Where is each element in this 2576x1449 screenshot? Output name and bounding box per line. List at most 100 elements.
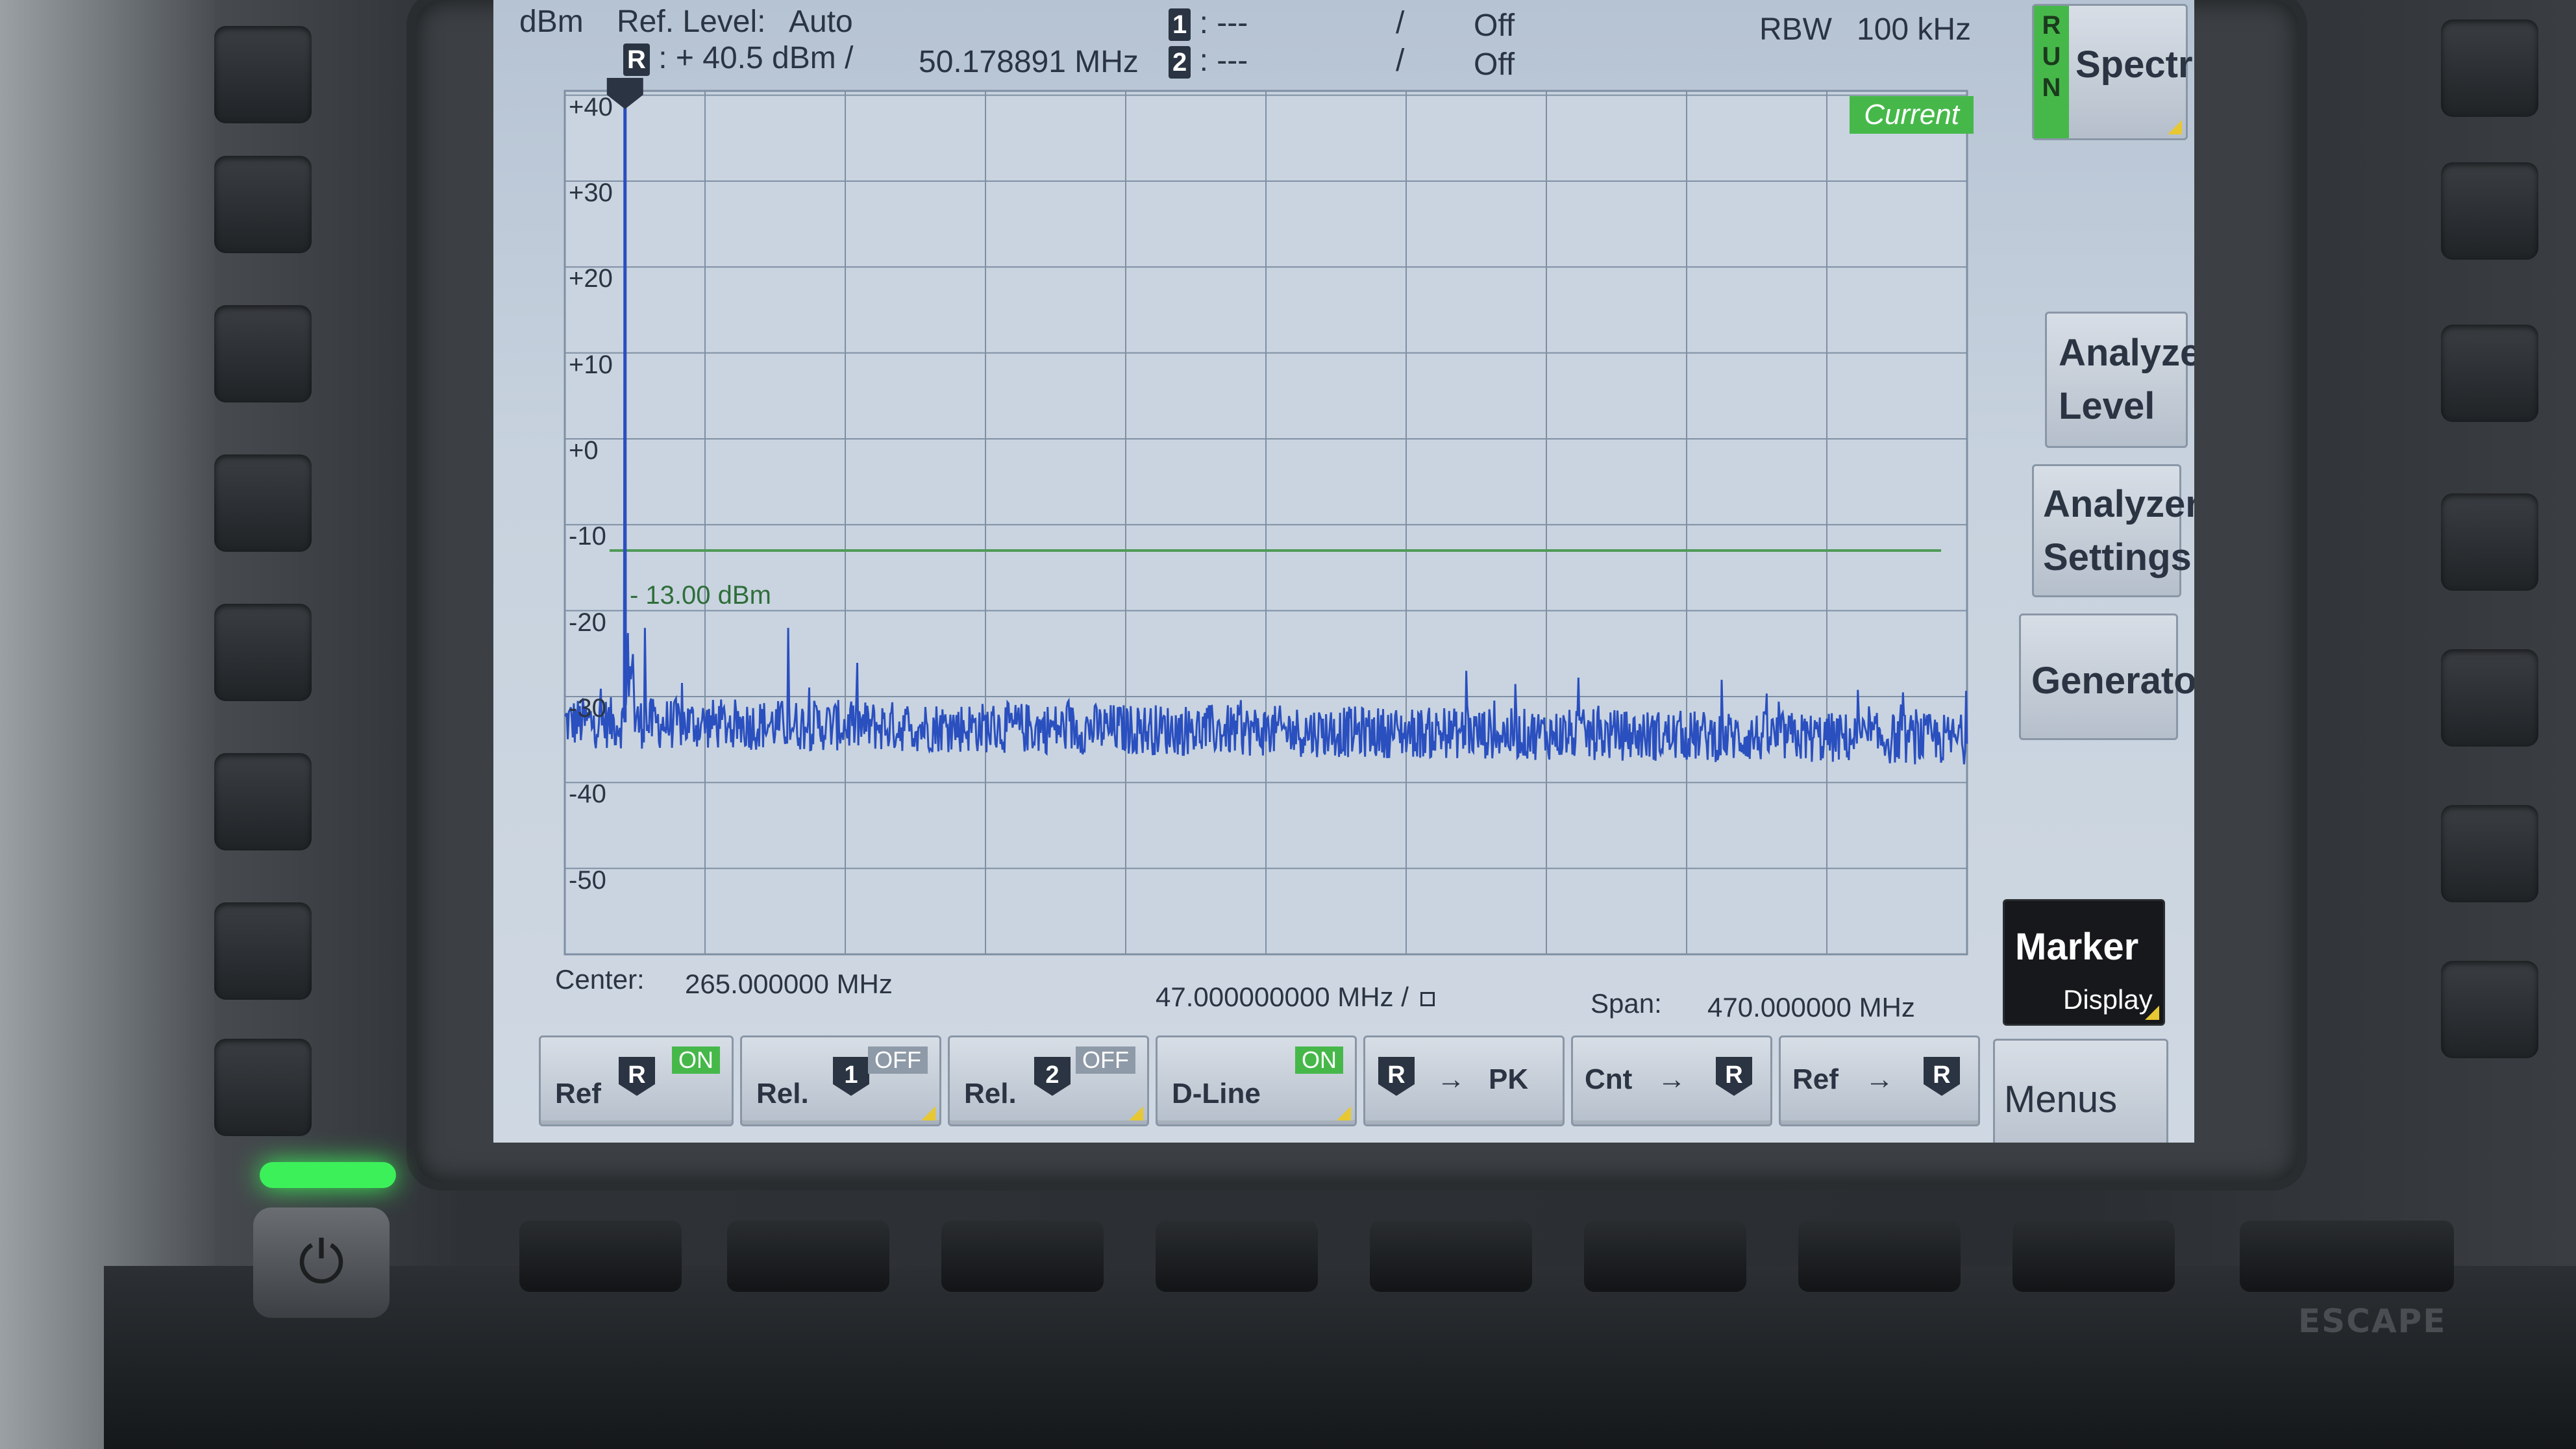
right-key-3[interactable] [2441,325,2538,422]
side-key-8[interactable] [214,1039,312,1136]
rbw-label: RBW [1759,12,1832,47]
run-indicator: R U N [2034,6,2069,138]
rel2-softkey[interactable]: Rel. 2 OFF [948,1035,1149,1126]
marker2-symbol-icon: 2 [1034,1057,1071,1096]
dline-label: - 13.00 dBm [630,581,771,610]
marker-to-peak-softkey[interactable]: R → PK [1363,1035,1565,1126]
side-key-3[interactable] [214,305,312,402]
lcd-screen: dBm Ref. Level: Auto R : + 40.5 dBm / 50… [493,0,2194,1143]
side-key-7[interactable] [214,902,312,1000]
ref-marker-symbol-icon: R [1716,1057,1752,1096]
y-tick-label: -40 [569,780,606,809]
ref-marker-symbol: R [623,43,650,76]
bottom-key-7[interactable] [1798,1220,1961,1292]
div-value-text: 47.000000000 MHz / [1156,982,1409,1012]
marker1-symbol-icon: 1 [833,1057,869,1096]
center-to-marker-softkey[interactable]: Cnt → R [1571,1035,1772,1126]
marker2-value: : --- [1199,43,1248,78]
bottom-key-1[interactable] [519,1220,682,1292]
softkey-state: ON [1295,1046,1343,1074]
softkey-label: Rel. [964,1078,1017,1109]
spectrum-svg [564,78,1968,956]
escape-key[interactable] [2240,1220,2454,1292]
side-key-2[interactable] [214,156,312,253]
softkey-label: Ref [555,1078,601,1109]
generator-label: Generator [2031,660,2194,702]
bottom-key-6[interactable] [1584,1220,1746,1292]
marker2-row: 2 : --- [1169,43,1248,79]
submenu-triangle-icon [1337,1106,1351,1121]
right-key-6[interactable] [2441,805,2538,902]
marker1-sep: / [1396,6,1405,40]
softkey-label: D-Line [1172,1078,1261,1109]
ref-marker-symbol-icon: R [1924,1057,1960,1096]
bottom-key-2[interactable] [727,1220,889,1292]
marker1-state: Off [1474,8,1515,43]
y-tick-label: -10 [569,522,606,551]
y-tick-label: -30 [569,693,606,723]
y-tick-label: -50 [569,865,606,895]
y-tick-label: +10 [569,350,613,379]
analyzer-settings-softkey[interactable]: Analyzer Settings [2032,464,2194,597]
ref-level-mode: Auto [789,5,853,39]
softkey-label: Cnt [1585,1063,1633,1095]
right-key-7[interactable] [2441,961,2538,1058]
rel1-softkey[interactable]: Rel. 1 OFF [740,1035,941,1126]
submenu-triangle-icon [2168,120,2182,134]
side-key-4[interactable] [214,454,312,552]
bottom-key-strip [104,1266,2576,1449]
bottom-key-8[interactable] [2012,1220,2175,1292]
side-key-1[interactable] [214,26,312,123]
y-tick-label: +30 [569,178,613,207]
right-key-2[interactable] [2441,162,2538,260]
y-tick-label: -20 [569,608,606,637]
arrow-right-icon: → [1865,1063,1894,1095]
unit-label: dBm [519,5,584,39]
ref-level-value: : + 40.5 dBm / [658,41,854,75]
submenu-triangle-icon [1129,1106,1143,1121]
right-key-5[interactable] [2441,649,2538,747]
rbw-value: 100 kHz [1857,12,1972,47]
menus-label: Menus [2004,1078,2118,1121]
marker-label: Marker [2015,926,2139,968]
div-value: 47.000000000 MHz / [1156,982,1435,1013]
power-icon: ⏻ [298,1228,345,1296]
power-button[interactable]: ⏻ [253,1208,390,1318]
side-key-5[interactable] [214,604,312,701]
ref-level-row: R : + 40.5 dBm / [623,40,853,76]
ref-frequency: 50.178891 MHz [919,45,1139,79]
y-tick-label: +20 [569,264,613,293]
bottom-key-4[interactable] [1156,1220,1318,1292]
ref-level-label: Ref. Level: [617,5,766,39]
marker-display-softkey[interactable]: Marker Display [2003,899,2165,1026]
ref-marker-symbol-icon: R [619,1057,655,1096]
ref-marker-symbol-icon: R [1378,1057,1415,1096]
spectrum-label: Spectrum [2075,43,2194,86]
marker1-symbol: 1 [1169,8,1191,41]
bottom-key-5[interactable] [1370,1220,1532,1292]
submenu-triangle-icon [921,1106,935,1121]
bottom-key-3[interactable] [941,1220,1104,1292]
menus-softkey[interactable]: Menus [1993,1039,2168,1143]
marker2-symbol: 2 [1169,46,1191,79]
spectrum-plot[interactable]: Current - 13.00 dBm +40 +30 +20 +10 +0 -10 -20… [519,78,1993,974]
ref-to-marker-softkey[interactable]: Ref → R [1779,1035,1980,1126]
y-tick-label: +0 [569,436,599,465]
y-tick-label: +40 [569,92,613,121]
dline-softkey[interactable]: D-Line ON [1156,1035,1357,1126]
softkey-state: ON [672,1046,720,1074]
marker2-sep: / [1396,43,1405,78]
side-key-6[interactable] [214,753,312,850]
analyzer-level-softkey[interactable]: Analyzer Level [2045,312,2194,448]
spectrum-softkey[interactable]: R U N Spectrum [2032,4,2194,140]
right-key-1[interactable] [2441,19,2538,117]
power-led [260,1162,396,1188]
softkey-state: OFF [1076,1046,1135,1074]
right-key-4[interactable] [2441,493,2538,591]
softkey-label: Rel. [756,1078,809,1109]
bottom-softkeys: Ref R ON Rel. 1 OFF Rel. 2 OFF D-Line ON… [539,1035,2032,1133]
ref-marker-softkey[interactable]: Ref R ON [539,1035,734,1126]
softkey-state: OFF [868,1046,928,1074]
marker2-state: Off [1474,47,1515,82]
generator-softkey[interactable]: Generator [2019,613,2194,740]
